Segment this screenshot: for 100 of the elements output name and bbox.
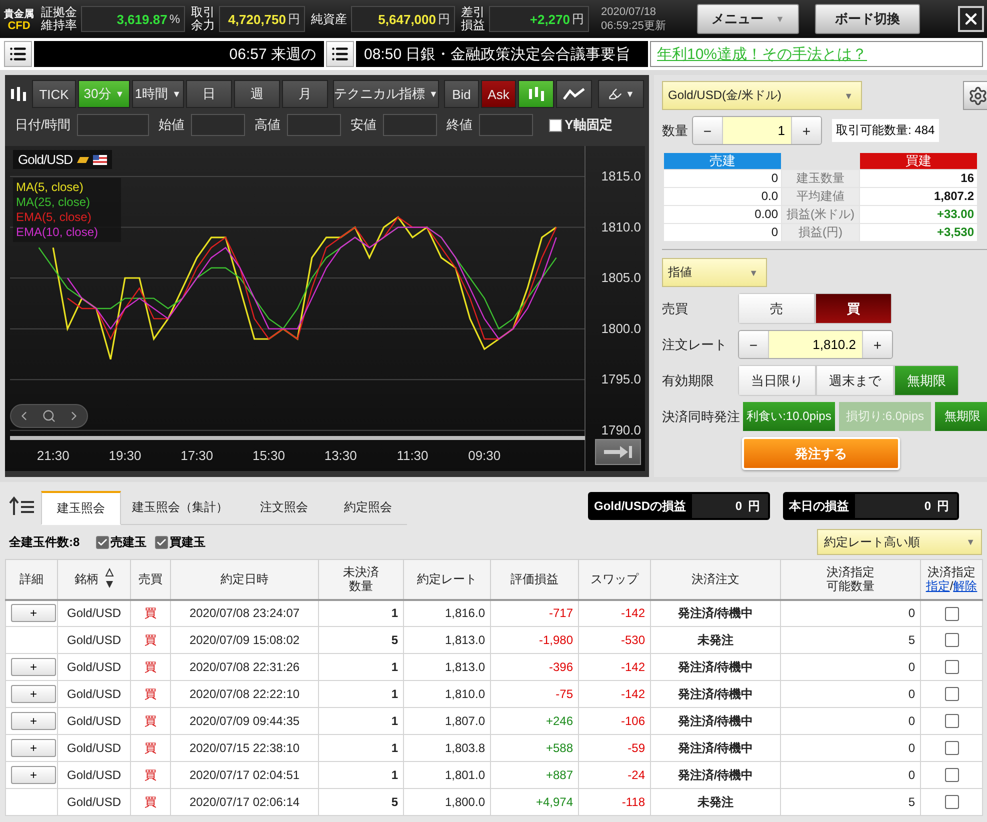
table-cell: 買 (130, 708, 170, 734)
axis-label: 1810.0 (601, 219, 641, 234)
checkbox[interactable] (944, 741, 958, 756)
table-cell: 0 (780, 708, 920, 734)
increment-button[interactable]: + (863, 331, 892, 358)
bar-chart-icon (10, 85, 28, 103)
value-field[interactable] (190, 114, 245, 136)
detail-button[interactable]: + (11, 739, 56, 757)
value-field[interactable] (382, 114, 437, 136)
board-switch-button[interactable]: ボード切換 (815, 4, 920, 34)
table-cell: 5 (780, 626, 920, 654)
list-icon (331, 45, 349, 63)
table-cell: 0 (780, 600, 920, 626)
timeframe-tab[interactable]: 1時間 ▼ (132, 80, 184, 108)
table-cell: 発注済/待機中 (650, 600, 780, 626)
drawing-tool-button[interactable]: ▼ (598, 80, 644, 108)
increment-button[interactable]: + (792, 117, 821, 144)
menu-button[interactable]: メニュー ▼ (697, 4, 799, 34)
settings-button[interactable] (963, 81, 987, 110)
field-label: 終値 (446, 116, 473, 134)
sort-icon[interactable] (104, 568, 114, 590)
settle-toggle[interactable]: 利食い:10.0pips (743, 402, 835, 431)
column-header: 詳細 (20, 572, 44, 586)
detail-button[interactable]: + (11, 658, 56, 676)
expiry-toggle[interactable]: 当日限り (738, 365, 816, 396)
table-cell: 2020/07/09 15:08:02 (170, 626, 318, 654)
table-cell: -396 (490, 654, 578, 680)
news-ticker[interactable]: 06:57 来週の (34, 41, 324, 67)
rate-field[interactable]: 1,810.2 (768, 331, 863, 358)
time-label: 09:30 (468, 448, 501, 463)
side-toggle[interactable]: 売 (738, 293, 815, 324)
timeframe-tab[interactable]: 月 (282, 80, 328, 108)
table-cell: 16 (860, 170, 977, 187)
checkbox[interactable] (944, 633, 958, 648)
time-label: 19:30 (108, 448, 142, 463)
legend-label: EMA(5, close) (16, 210, 92, 225)
order-type-dropdown[interactable]: 指値 ▼ (662, 258, 767, 287)
checkbox[interactable] (548, 118, 562, 132)
decrement-button[interactable]: − (739, 331, 768, 358)
value-field[interactable] (76, 114, 149, 136)
table-cell: 0.00 (664, 206, 781, 223)
quantity-field[interactable]: 1 (722, 117, 792, 144)
chart-type-button[interactable] (556, 80, 592, 108)
table-cell: +887 (490, 762, 578, 788)
checkbox[interactable] (154, 536, 168, 548)
checkbox[interactable] (944, 687, 958, 702)
table-cell: 買 (130, 680, 170, 708)
news-ticker[interactable]: 08:50 日銀・金融政策決定会合議事要旨 (356, 41, 648, 67)
scroll-to-latest-button[interactable] (595, 439, 641, 465)
checkbox[interactable] (944, 795, 958, 810)
checkbox[interactable] (944, 768, 958, 782)
checkbox[interactable] (944, 714, 958, 728)
tab[interactable]: 建玉照会 (41, 491, 121, 525)
timeframe-tab[interactable]: 週 (234, 80, 280, 108)
expiry-toggle[interactable]: 週末まで (816, 365, 894, 396)
checkbox-label: 買建玉 (170, 534, 206, 550)
settle-toggle[interactable]: 無期限 (935, 402, 987, 431)
price-side-button[interactable]: Ask (481, 80, 516, 108)
check-icon (96, 536, 108, 548)
table-cell: +33.00 (860, 206, 977, 223)
column-header: 売建 (664, 153, 781, 169)
column-header: 約定レート (417, 572, 477, 586)
update-date: 2020/07/18 (601, 6, 658, 18)
decrement-button[interactable]: − (693, 117, 722, 144)
skip-to-end-icon (602, 445, 634, 459)
sort-list-icon[interactable] (9, 495, 35, 517)
table-cell: -1,980 (490, 626, 578, 654)
stat-unit: 円 (438, 10, 450, 28)
checkbox[interactable] (944, 660, 958, 674)
legend-label: MA(5, close) (16, 180, 84, 195)
column-header: 決済指定 (928, 565, 976, 580)
timeframe-tab[interactable]: TICK (32, 80, 76, 108)
table-cell: 発注済/待機中 (650, 708, 780, 734)
close-button[interactable] (958, 6, 984, 32)
indicator-dropdown[interactable]: テクニカル指標 ▼ (333, 80, 439, 108)
detail-button[interactable]: + (11, 712, 56, 730)
chart-type-button[interactable] (518, 80, 554, 108)
detail-button[interactable]: + (11, 766, 56, 784)
timeframe-tab[interactable]: 日 (186, 80, 232, 108)
menu-button[interactable] (4, 41, 32, 67)
detail-button[interactable]: + (11, 685, 56, 703)
scrollbar[interactable] (10, 436, 585, 440)
select-all-link[interactable]: 指定 (926, 579, 950, 594)
table-cell: 0 (780, 734, 920, 762)
axis-label: 1795.0 (601, 372, 641, 387)
checkbox[interactable] (96, 536, 109, 548)
clear-selection-link[interactable]: 解除 (953, 579, 978, 594)
expiry-toggle[interactable]: 無期限 (894, 365, 959, 396)
field-label: 始値 (158, 116, 185, 134)
time-label: 17:30 (180, 448, 214, 463)
sort-dropdown[interactable]: 約定レート高い順 ▼ (817, 529, 982, 555)
zoom-button[interactable] (42, 409, 56, 423)
checkbox[interactable] (944, 606, 958, 621)
detail-button[interactable]: + (11, 604, 56, 622)
menu-button[interactable] (326, 41, 354, 67)
value-field[interactable] (478, 114, 533, 136)
value-field[interactable] (286, 114, 341, 136)
side-toggle[interactable]: 買 (815, 293, 892, 324)
symbol-dropdown[interactable]: Gold/USD(金/米ドル) ▼ (662, 81, 862, 110)
price-side-button[interactable]: Bid (444, 80, 479, 108)
